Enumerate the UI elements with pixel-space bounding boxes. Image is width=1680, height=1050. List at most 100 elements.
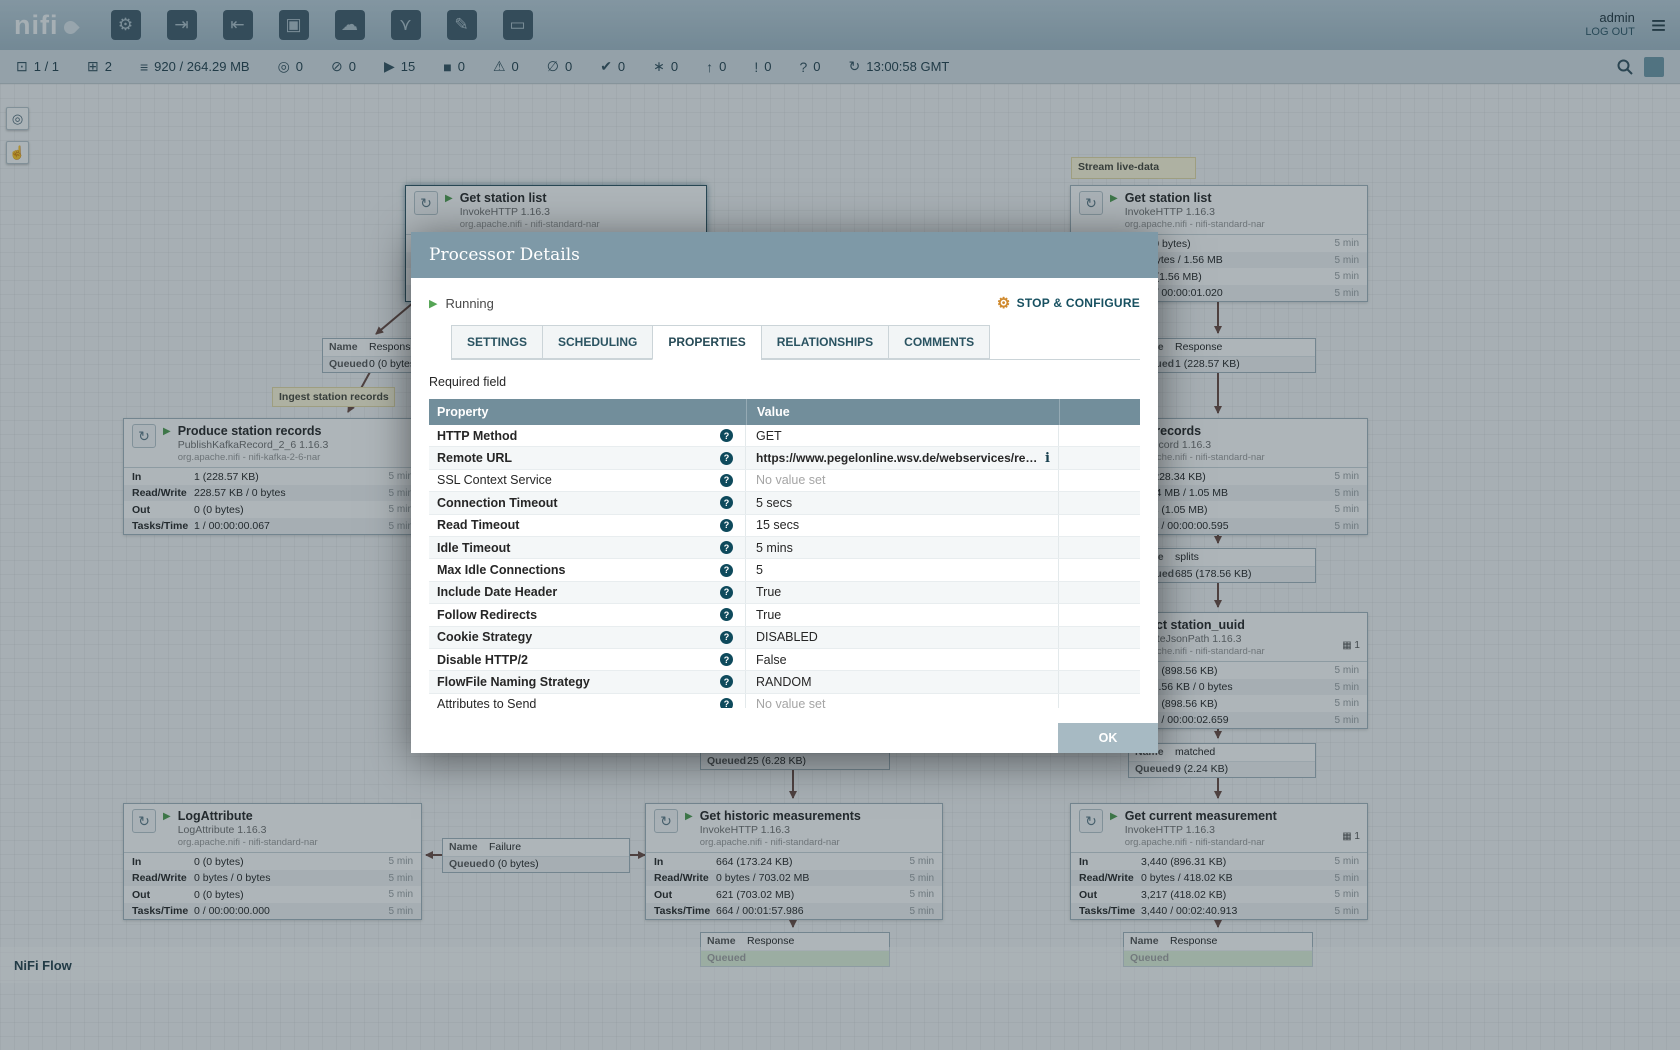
- property-name: Cookie Strategy: [437, 630, 720, 644]
- property-cell: Include Date Header?: [429, 582, 746, 603]
- property-name: Max Idle Connections: [437, 563, 720, 577]
- property-row[interactable]: Include Date Header?True: [429, 582, 1140, 604]
- dialog-title-bar: Processor Details: [411, 232, 1158, 278]
- property-row[interactable]: SSL Context Service? No value set: [429, 470, 1140, 492]
- value-cell[interactable]: https://www.pegelonline.wsv.de/webservic…: [746, 447, 1059, 468]
- value-cell[interactable]: 5 secs: [746, 492, 1059, 513]
- value-cell[interactable]: True: [746, 604, 1059, 625]
- property-row[interactable]: HTTP Method? GET: [429, 425, 1140, 447]
- property-name: Include Date Header: [437, 585, 720, 599]
- tab-settings[interactable]: SETTINGS: [451, 325, 542, 359]
- property-cell: SSL Context Service?: [429, 470, 746, 491]
- properties-table-body: HTTP Method? GET Remote URL? https://www.pe…: [429, 425, 1140, 708]
- property-name: HTTP Method: [437, 429, 720, 443]
- property-name: FlowFile Naming Strategy: [437, 675, 720, 689]
- help-icon: ?: [720, 564, 733, 577]
- run-status: ▶ Running: [429, 296, 494, 311]
- property-cell: HTTP Method?: [429, 425, 746, 446]
- property-value: 5 mins: [756, 541, 1050, 555]
- filler-cell: [1059, 515, 1140, 536]
- tab-properties[interactable]: PROPERTIES: [652, 325, 760, 360]
- help-icon: ?: [720, 519, 733, 532]
- value-cell[interactable]: No value set: [746, 470, 1059, 491]
- value-cell[interactable]: 5 mins: [746, 537, 1059, 558]
- property-row[interactable]: Idle Timeout? 5 mins: [429, 537, 1140, 559]
- help-icon: ?: [720, 698, 733, 708]
- dialog-tab-bar: SETTINGSSCHEDULINGPROPERTIESRELATIONSHIP…: [451, 325, 1140, 360]
- property-row[interactable]: Cookie Strategy?DISABLED: [429, 627, 1140, 649]
- property-value: True: [756, 608, 1050, 622]
- property-row[interactable]: Connection Timeout? 5 secs: [429, 492, 1140, 514]
- stop-configure-icon: ⚙: [997, 294, 1011, 312]
- property-row[interactable]: Follow Redirects? True: [429, 604, 1140, 626]
- property-value: False: [756, 653, 1050, 667]
- value-cell[interactable]: RANDOM: [746, 671, 1059, 692]
- filler-cell: [1059, 559, 1140, 580]
- property-cell: Read Timeout?: [429, 515, 746, 536]
- property-row[interactable]: Remote URL? https://www.pegelonline.wsv.d…: [429, 447, 1140, 469]
- value-cell[interactable]: True: [746, 582, 1059, 603]
- running-icon: ▶: [429, 297, 437, 310]
- filler-cell: [1059, 649, 1140, 670]
- property-value: https://www.pegelonline.wsv.de/webservic…: [756, 451, 1039, 465]
- help-icon: ?: [720, 631, 733, 644]
- property-value: 15 secs: [756, 518, 1050, 532]
- properties-table-header: Property Value: [429, 399, 1140, 425]
- property-cell: Cookie Strategy?: [429, 627, 746, 648]
- property-value: No value set: [756, 473, 1050, 487]
- value-cell[interactable]: False: [746, 649, 1059, 670]
- property-name: Disable HTTP/2: [437, 653, 720, 667]
- filler-cell: [1059, 582, 1140, 603]
- value-cell[interactable]: No value set: [746, 694, 1059, 708]
- help-icon: ?: [720, 675, 733, 688]
- property-cell: FlowFile Naming Strategy?: [429, 671, 746, 692]
- property-cell: Disable HTTP/2?: [429, 649, 746, 670]
- property-cell: Attributes to Send?: [429, 694, 746, 708]
- run-status-label: Running: [445, 296, 493, 311]
- filler-cell: [1059, 470, 1140, 491]
- value-column-header: Value: [746, 399, 1059, 425]
- filler-cell: [1059, 537, 1140, 558]
- property-column-header: Property: [429, 405, 746, 419]
- property-row[interactable]: Attributes to Send? No value set: [429, 694, 1140, 708]
- value-cell[interactable]: 5: [746, 559, 1059, 580]
- ok-button[interactable]: OK: [1058, 723, 1158, 753]
- property-cell: Remote URL?: [429, 447, 746, 468]
- property-name: Connection Timeout: [437, 496, 720, 510]
- help-icon: ?: [720, 541, 733, 554]
- property-name: Read Timeout: [437, 518, 720, 532]
- property-value: No value set: [756, 697, 1050, 708]
- dialog-title: Processor Details: [429, 245, 580, 265]
- filler-cell: [1059, 492, 1140, 513]
- property-value: 5 secs: [756, 496, 1050, 510]
- value-cell[interactable]: 15 secs: [746, 515, 1059, 536]
- property-name: Remote URL: [437, 451, 720, 465]
- tab-comments[interactable]: COMMENTS: [888, 325, 990, 359]
- filler-cell: [1059, 425, 1140, 446]
- property-row[interactable]: Disable HTTP/2? False: [429, 649, 1140, 671]
- help-icon: ?: [720, 586, 733, 599]
- help-icon: ?: [720, 452, 733, 465]
- help-icon: ?: [720, 496, 733, 509]
- property-name: Idle Timeout: [437, 541, 720, 555]
- help-icon: ?: [720, 653, 733, 666]
- property-name: Follow Redirects: [437, 608, 720, 622]
- property-cell: Follow Redirects?: [429, 604, 746, 625]
- tab-scheduling[interactable]: SCHEDULING: [542, 325, 652, 359]
- value-cell[interactable]: DISABLED: [746, 627, 1059, 648]
- property-row[interactable]: Max Idle Connections? 5: [429, 559, 1140, 581]
- processor-details-dialog: Processor Details ▶ Running ⚙ STOP & CON…: [411, 232, 1158, 753]
- property-value: GET: [756, 429, 1050, 443]
- property-value: 5: [756, 563, 1050, 577]
- stop-configure-label: STOP & CONFIGURE: [1017, 296, 1140, 310]
- property-row[interactable]: Read Timeout? 15 secs: [429, 515, 1140, 537]
- tab-relationships[interactable]: RELATIONSHIPS: [761, 325, 888, 359]
- filler-cell: [1059, 604, 1140, 625]
- property-row[interactable]: FlowFile Naming Strategy?RANDOM: [429, 671, 1140, 693]
- stop-configure-button[interactable]: ⚙ STOP & CONFIGURE: [997, 294, 1140, 312]
- dialog-status-row: ▶ Running ⚙ STOP & CONFIGURE: [411, 278, 1158, 325]
- value-cell[interactable]: GET: [746, 425, 1059, 446]
- property-cell: Idle Timeout?: [429, 537, 746, 558]
- properties-table: Property Value HTTP Method? GET Remote URL…: [429, 399, 1140, 708]
- filler-cell: [1059, 447, 1140, 468]
